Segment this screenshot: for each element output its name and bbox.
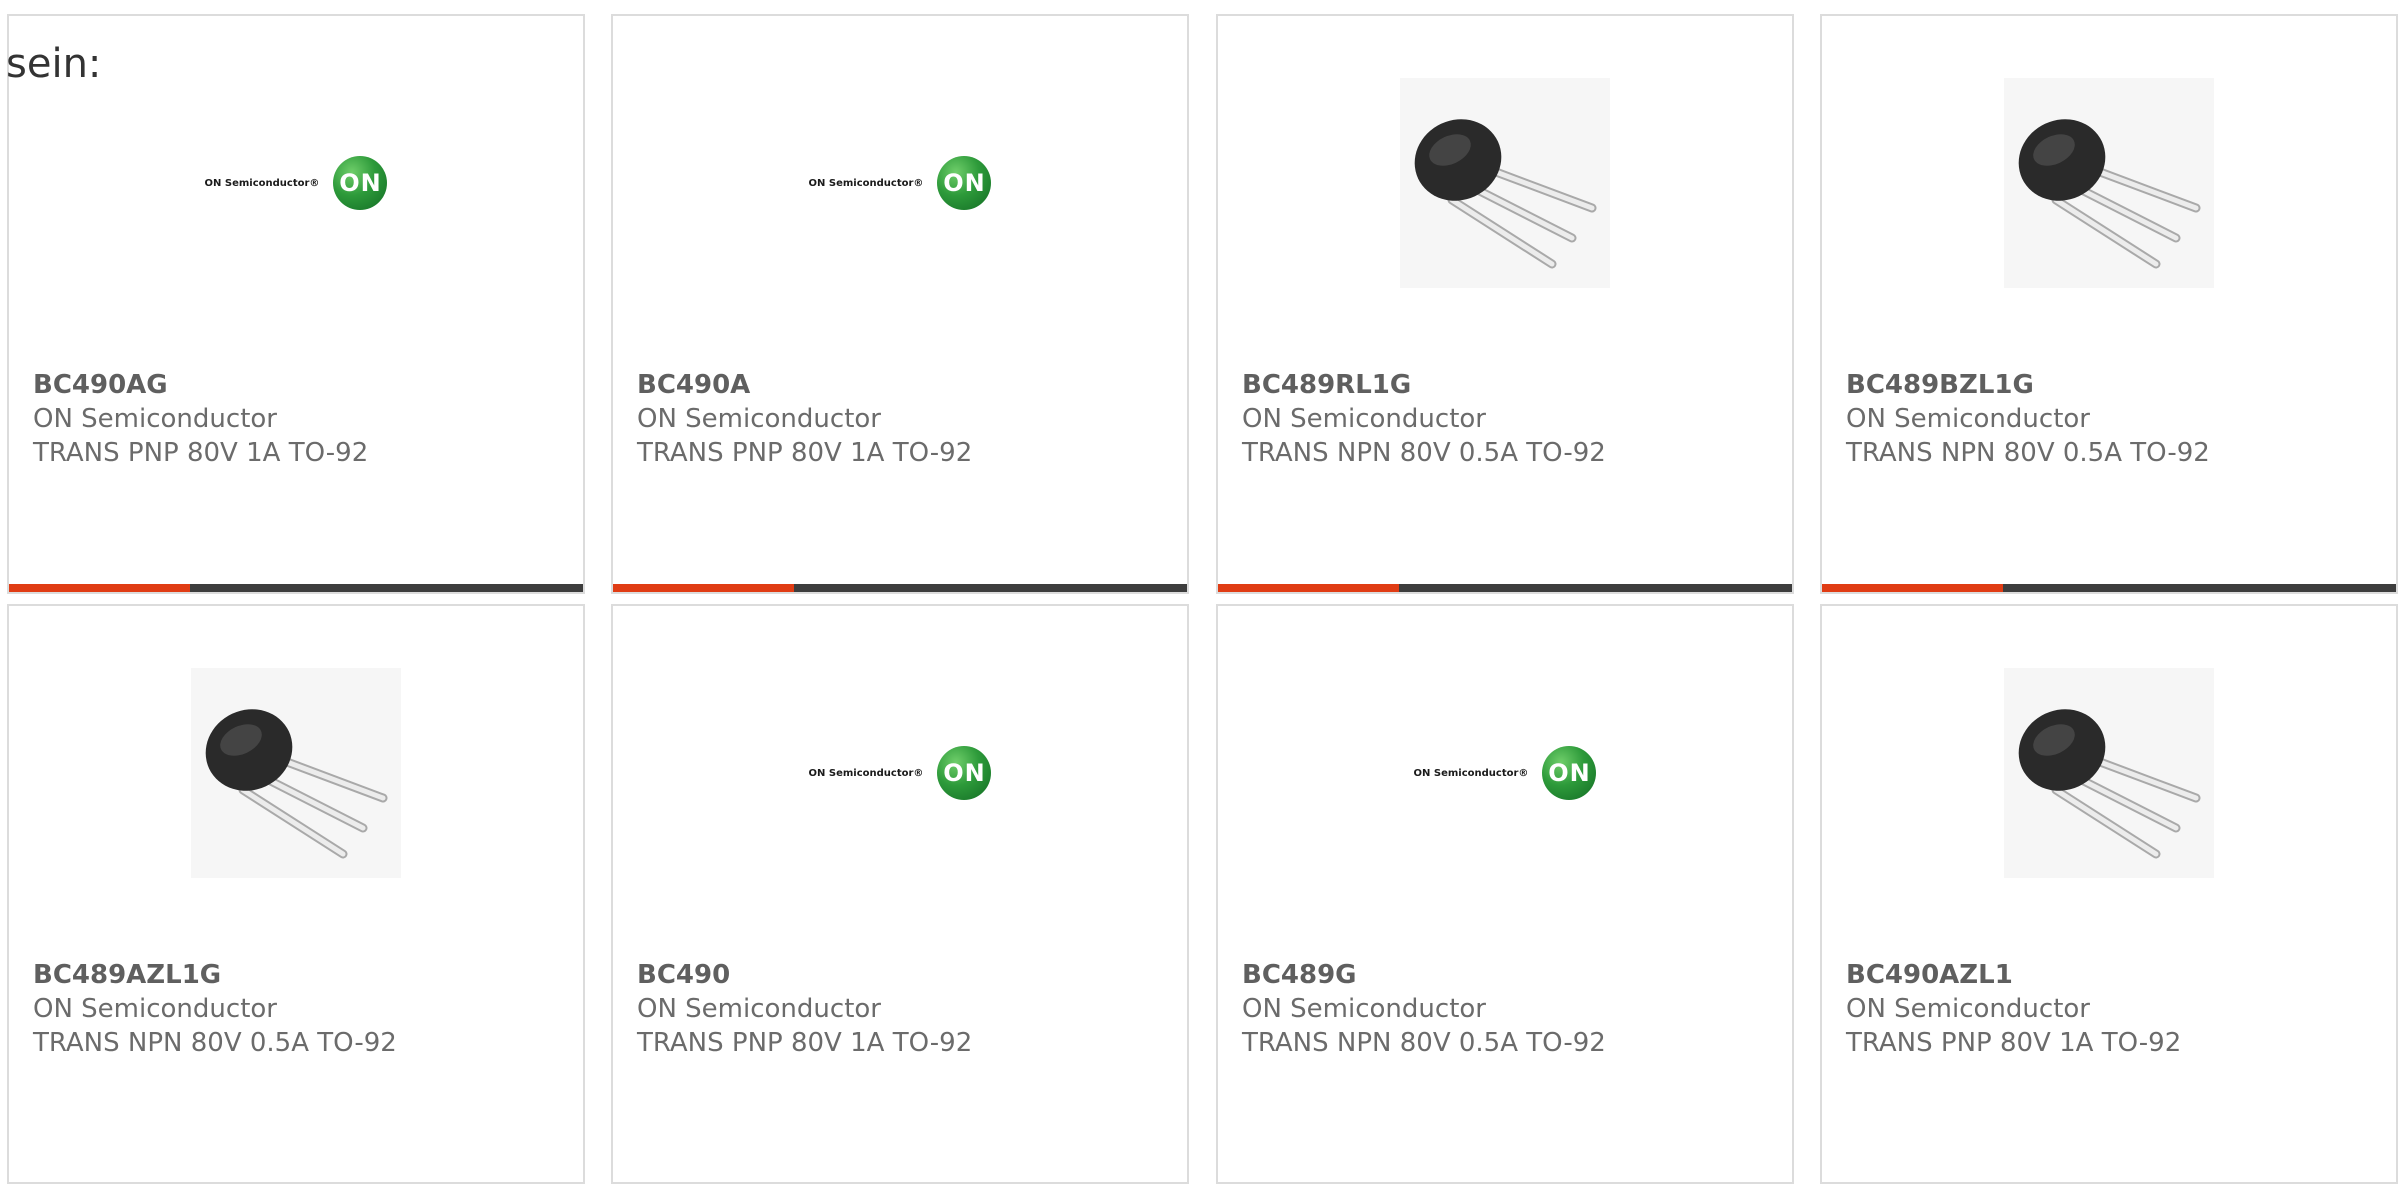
product-image[interactable]: ON Semiconductor® ON: [1218, 672, 1792, 874]
product-image[interactable]: [1822, 668, 2396, 878]
on-semiconductor-logo: ON Semiconductor® ON: [809, 156, 992, 210]
part-number[interactable]: BC490: [637, 958, 972, 992]
to-92-package-icon: [1400, 78, 1610, 288]
manufacturer: ON Semiconductor: [1242, 994, 1486, 1024]
on-semiconductor-logo: ON Semiconductor® ON: [1414, 746, 1597, 800]
part-number[interactable]: BC490AG: [33, 368, 368, 402]
manufacturer: ON Semiconductor: [1846, 994, 2090, 1024]
description: TRANS PNP 80V 1A TO-92: [637, 438, 973, 468]
part-number[interactable]: BC489BZL1G: [1846, 368, 2210, 402]
manufacturer: ON Semiconductor: [33, 994, 277, 1024]
product-card[interactable]: ON Semiconductor® ON BC490AG ON Semicond…: [7, 14, 585, 594]
intro-text: sein:: [6, 41, 102, 87]
description: TRANS PNP 80V 1A TO-92: [1846, 1028, 2182, 1058]
progress-bar-fill: [613, 584, 794, 592]
description: TRANS NPN 80V 0.5A TO-92: [1846, 438, 2210, 468]
product-card[interactable]: ON Semiconductor® ON BC490 ON Semiconduc…: [611, 604, 1189, 1184]
part-number[interactable]: BC489G: [1242, 958, 1606, 992]
manufacturer: ON Semiconductor: [1846, 404, 2090, 434]
progress-bar: [1822, 584, 2396, 592]
part-number[interactable]: BC490A: [637, 368, 972, 402]
product-image[interactable]: ON Semiconductor® ON: [613, 672, 1187, 874]
to-92-package-icon: [2004, 668, 2214, 878]
to-92-package-icon: [191, 668, 401, 878]
description: TRANS NPN 80V 0.5A TO-92: [1242, 1028, 1606, 1058]
product-card[interactable]: ON Semiconductor® ON BC489G ON Semicondu…: [1216, 604, 1794, 1184]
progress-bar: [9, 584, 583, 592]
progress-bar-fill: [1822, 584, 2003, 592]
progress-bar: [1218, 584, 1792, 592]
product-image[interactable]: ON Semiconductor® ON: [9, 82, 583, 284]
to-92-package-icon: [2004, 78, 2214, 288]
description: TRANS PNP 80V 1A TO-92: [637, 1028, 973, 1058]
part-number[interactable]: BC489AZL1G: [33, 958, 397, 992]
product-card[interactable]: BC489RL1G ON Semiconductor TRANS NPN 80V…: [1216, 14, 1794, 594]
product-card[interactable]: BC489BZL1G ON Semiconductor TRANS NPN 80…: [1820, 14, 2398, 594]
manufacturer: ON Semiconductor: [637, 994, 881, 1024]
manufacturer: ON Semiconductor: [33, 404, 277, 434]
progress-bar: [613, 584, 1187, 592]
product-card[interactable]: BC489AZL1G ON Semiconductor TRANS NPN 80…: [7, 604, 585, 1184]
manufacturer: ON Semiconductor: [637, 404, 881, 434]
progress-bar-fill: [9, 584, 190, 592]
progress-bar-fill: [1218, 584, 1399, 592]
description: TRANS NPN 80V 0.5A TO-92: [33, 1028, 397, 1058]
description: TRANS NPN 80V 0.5A TO-92: [1242, 438, 1606, 468]
manufacturer: ON Semiconductor: [1242, 404, 1486, 434]
description: TRANS PNP 80V 1A TO-92: [33, 438, 369, 468]
product-image[interactable]: [1218, 78, 1792, 288]
on-semiconductor-logo: ON Semiconductor® ON: [809, 746, 992, 800]
product-image[interactable]: ON Semiconductor® ON: [613, 82, 1187, 284]
product-card[interactable]: ON Semiconductor® ON BC490A ON Semicondu…: [611, 14, 1189, 594]
product-image[interactable]: [1822, 78, 2396, 288]
on-semiconductor-logo: ON Semiconductor® ON: [205, 156, 388, 210]
product-image[interactable]: [9, 668, 583, 878]
product-card[interactable]: BC490AZL1 ON Semiconductor TRANS PNP 80V…: [1820, 604, 2398, 1184]
part-number[interactable]: BC490AZL1: [1846, 958, 2181, 992]
part-number[interactable]: BC489RL1G: [1242, 368, 1606, 402]
